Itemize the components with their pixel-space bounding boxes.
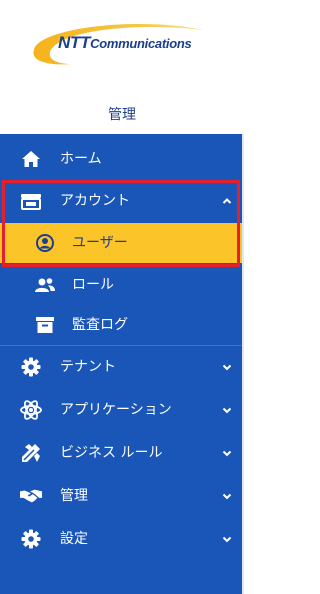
gear-icon xyxy=(20,529,42,549)
sidebar-item-settings[interactable]: 設定 xyxy=(0,518,242,560)
sidebar-item-label: ホーム xyxy=(60,151,102,167)
sidebar-item-management[interactable]: 管理 xyxy=(0,475,242,517)
sidebar-subitem-label: 監査ログ xyxy=(72,317,128,333)
tools-icon xyxy=(20,444,42,462)
sidebar-item-home[interactable]: ホーム xyxy=(0,138,242,180)
account-card-icon xyxy=(20,192,42,210)
sidebar-item-label: ビジネス ルール xyxy=(60,445,163,461)
gear-icon xyxy=(20,357,42,377)
logo-brand-rest: Communications xyxy=(90,36,192,51)
sidebar-subitem-label: ユーザー xyxy=(72,235,128,251)
home-icon xyxy=(20,150,42,168)
chevron-down-icon xyxy=(222,364,232,371)
ntt-communications-logo[interactable]: NTTCommunications xyxy=(0,0,244,90)
sidebar-subitem-label: ロール xyxy=(72,277,114,293)
sidebar-subitem-users[interactable]: ユーザー xyxy=(0,223,242,263)
sidebar-nav: ホーム アカウント ユーザー ロール 監査ログ テナント アプリケーション ビジ… xyxy=(0,134,244,594)
sidebar-item-label: 管理 xyxy=(60,488,88,504)
sidebar-item-tenant[interactable]: テナント xyxy=(0,346,242,388)
sidebar-item-label: アカウント xyxy=(60,193,130,209)
sidebar-item-business-rules[interactable]: ビジネス ルール xyxy=(0,432,242,474)
sidebar-item-account[interactable]: アカウント xyxy=(0,180,242,222)
atom-icon xyxy=(20,400,42,420)
sidebar-item-label: テナント xyxy=(60,359,116,375)
chevron-down-icon xyxy=(222,407,232,414)
sidebar-subitem-audit-log[interactable]: 監査ログ xyxy=(0,305,242,345)
users-icon xyxy=(34,276,56,294)
chevron-down-icon xyxy=(222,536,232,543)
user-circle-icon xyxy=(34,234,56,252)
chevron-down-icon xyxy=(222,493,232,500)
sidebar-item-applications[interactable]: アプリケーション xyxy=(0,389,242,431)
sidebar-item-label: 設定 xyxy=(60,531,88,547)
sidebar-item-label: アプリケーション xyxy=(60,402,172,418)
section-title: 管理 xyxy=(108,107,136,123)
logo-brand-bold: NTT xyxy=(58,33,91,52)
archive-icon xyxy=(34,316,56,334)
sidebar-subitem-roles[interactable]: ロール xyxy=(0,265,242,305)
handshake-icon xyxy=(20,487,42,505)
chevron-down-icon xyxy=(222,450,232,457)
chevron-up-icon xyxy=(222,198,232,204)
logo-wordmark: NTTCommunications xyxy=(58,33,192,53)
